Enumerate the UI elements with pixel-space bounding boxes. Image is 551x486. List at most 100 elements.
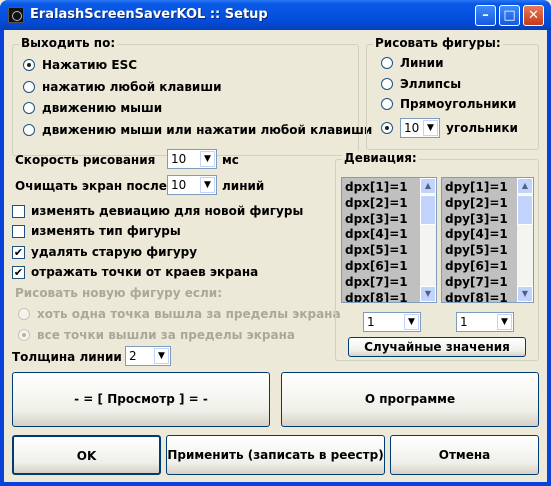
radio-label: Линии [400,56,444,70]
line-width-select[interactable]: 2 ▼ [125,346,171,366]
list-item[interactable]: dpx[3]=1 [344,212,419,228]
list-item[interactable]: dpx[8]=1 [344,291,419,302]
deviation-group: Девиация: dpx[1]=1 dpx[2]=1 dpx[3]=1 dpx… [335,151,539,361]
checkbox-change-shape-type[interactable]: изменять тип фигуры [12,224,181,238]
maximize-button[interactable]: □ [499,5,520,26]
title-bar[interactable]: EralashScreenSaverKOL :: Setup – □ ✕ [0,0,551,30]
radio-label: Эллипсы [400,77,462,91]
dpy-scrollbar[interactable]: ▲ ▼ [517,178,533,302]
setup-window: EralashScreenSaverKOL :: Setup – □ ✕ Вых… [0,0,551,486]
shape-radio-lines[interactable]: Линии [381,56,443,70]
exit-radio-mouse-or-key[interactable]: движению мыши или нажатии любой клавиши [23,123,372,137]
draw-new-caption: Рисовать новую фигуру если: [15,286,223,300]
exit-group: Выходить по: Нажатию ESC нажатию любой к… [12,36,372,156]
about-button[interactable]: О программе [281,372,539,427]
dpy-listbox[interactable]: dpy[1]=1 dpy[2]=1 dpy[3]=1 dpy[4]=1 dpy[… [441,177,534,303]
app-icon [8,7,24,23]
list-item[interactable]: dpx[1]=1 [344,180,419,196]
dpx-value-select[interactable]: 1 ▼ [363,312,421,332]
radio-indicator[interactable] [381,57,393,69]
checkbox-change-deviation[interactable]: изменять девиацию для новой фигуры [12,204,303,218]
radio-indicator[interactable] [381,78,393,90]
shapes-group-caption: Рисовать фигуры: [373,36,503,50]
select-value: 2 [129,349,137,363]
radio-label: все точки вышли за пределы экрана [37,328,296,342]
exit-radio-esc[interactable]: Нажатию ESC [23,58,137,72]
preview-button[interactable]: - = [ Просмотр ] = - [12,372,270,427]
chevron-down-icon[interactable]: ▼ [404,314,419,330]
polygon-count-select[interactable]: 10 ▼ [400,118,440,138]
chevron-down-icon[interactable]: ▼ [497,314,512,330]
shapes-group: Рисовать фигуры: Линии Эллипсы Прямоугол… [366,36,539,150]
random-values-button[interactable]: Случайные значения [348,337,526,357]
list-item[interactable]: dpy[4]=1 [444,227,516,243]
speed-select[interactable]: 10 ▼ [167,149,217,169]
draw-new-radio-all-points[interactable]: все точки вышли за пределы экрана [18,328,295,342]
list-item[interactable]: dpy[3]=1 [444,212,516,228]
radio-indicator[interactable] [18,329,30,341]
checkbox-indicator[interactable] [12,204,25,218]
radio-label: Нажатию ESC [42,58,138,72]
list-item[interactable]: dpy[2]=1 [444,196,516,212]
list-item[interactable]: dpx[6]=1 [344,259,419,275]
list-item[interactable]: dpx[4]=1 [344,227,419,243]
dpy-value-select[interactable]: 1 ▼ [456,312,514,332]
select-value: 10 [171,152,187,166]
cancel-button[interactable]: Отмена [390,435,539,475]
select-value: 1 [367,315,375,329]
scroll-up-icon[interactable]: ▲ [517,178,533,194]
apply-button[interactable]: Применить (записать в реестр) [166,435,385,475]
polygon-suffix-label: угольники [446,121,518,135]
shape-radio-polygons[interactable] [381,122,400,134]
ok-button[interactable]: OK [12,435,161,475]
scroll-up-icon[interactable]: ▲ [420,178,436,194]
radio-indicator[interactable] [18,308,30,320]
list-item[interactable]: dpx[5]=1 [344,243,419,259]
checkbox-label: изменять тип фигуры [31,224,181,238]
clear-select[interactable]: 10 ▼ [167,175,217,195]
list-item[interactable]: dpx[2]=1 [344,196,419,212]
chevron-down-icon[interactable]: ▼ [154,348,169,364]
close-button[interactable]: ✕ [523,5,544,26]
dpx-listbox[interactable]: dpx[1]=1 dpx[2]=1 dpx[3]=1 dpx[4]=1 dpx[… [341,177,437,303]
select-value: 1 [460,315,468,329]
exit-radio-any-key[interactable]: нажатию любой клавиши [23,80,221,94]
list-item[interactable]: dpx[7]=1 [344,275,419,291]
chevron-down-icon[interactable]: ▼ [200,177,215,193]
scroll-down-icon[interactable]: ▼ [420,286,436,302]
list-item[interactable]: dpy[8]=1 [444,291,516,302]
window-title: EralashScreenSaverKOL :: Setup [30,7,268,22]
list-item[interactable]: dpy[5]=1 [444,243,516,259]
radio-indicator[interactable] [381,122,393,134]
select-value: 10 [171,178,187,192]
scroll-down-icon[interactable]: ▼ [517,286,533,302]
checkbox-indicator[interactable] [12,224,25,238]
check-icon[interactable]: ✔ [12,265,25,279]
chevron-down-icon[interactable]: ▼ [200,151,215,167]
exit-radio-mouse[interactable]: движению мыши [23,101,162,115]
minimize-button[interactable]: – [475,5,496,26]
checkbox-label: изменять девиацию для новой фигуры [31,204,304,218]
draw-new-radio-one-point[interactable]: хоть одна точка вышла за пределы экрана [18,307,341,321]
radio-indicator[interactable] [23,59,35,71]
radio-label: нажатию любой клавиши [42,80,222,94]
scroll-thumb[interactable] [420,195,436,225]
radio-indicator[interactable] [23,102,35,114]
list-item[interactable]: dpy[6]=1 [444,259,516,275]
shape-radio-rectangles[interactable]: Прямоугольники [381,97,516,111]
radio-indicator[interactable] [23,81,35,93]
list-item[interactable]: dpy[7]=1 [444,275,516,291]
check-icon[interactable]: ✔ [12,245,25,259]
radio-label: движению мыши или нажатии любой клавиши [42,123,373,137]
radio-indicator[interactable] [23,124,35,136]
chevron-down-icon[interactable]: ▼ [423,120,438,136]
dpx-scrollbar[interactable]: ▲ ▼ [420,178,436,302]
exit-group-caption: Выходить по: [19,36,118,50]
scroll-thumb[interactable] [517,195,533,225]
list-item[interactable]: dpy[1]=1 [444,180,516,196]
shape-radio-ellipses[interactable]: Эллипсы [381,77,461,91]
checkbox-reflect-points[interactable]: ✔ отражать точки от краев экрана [12,265,258,279]
radio-indicator[interactable] [381,98,393,110]
clear-label: Очищать экран после [15,179,167,193]
checkbox-delete-old-shape[interactable]: ✔ удалять старую фигуру [12,245,197,259]
